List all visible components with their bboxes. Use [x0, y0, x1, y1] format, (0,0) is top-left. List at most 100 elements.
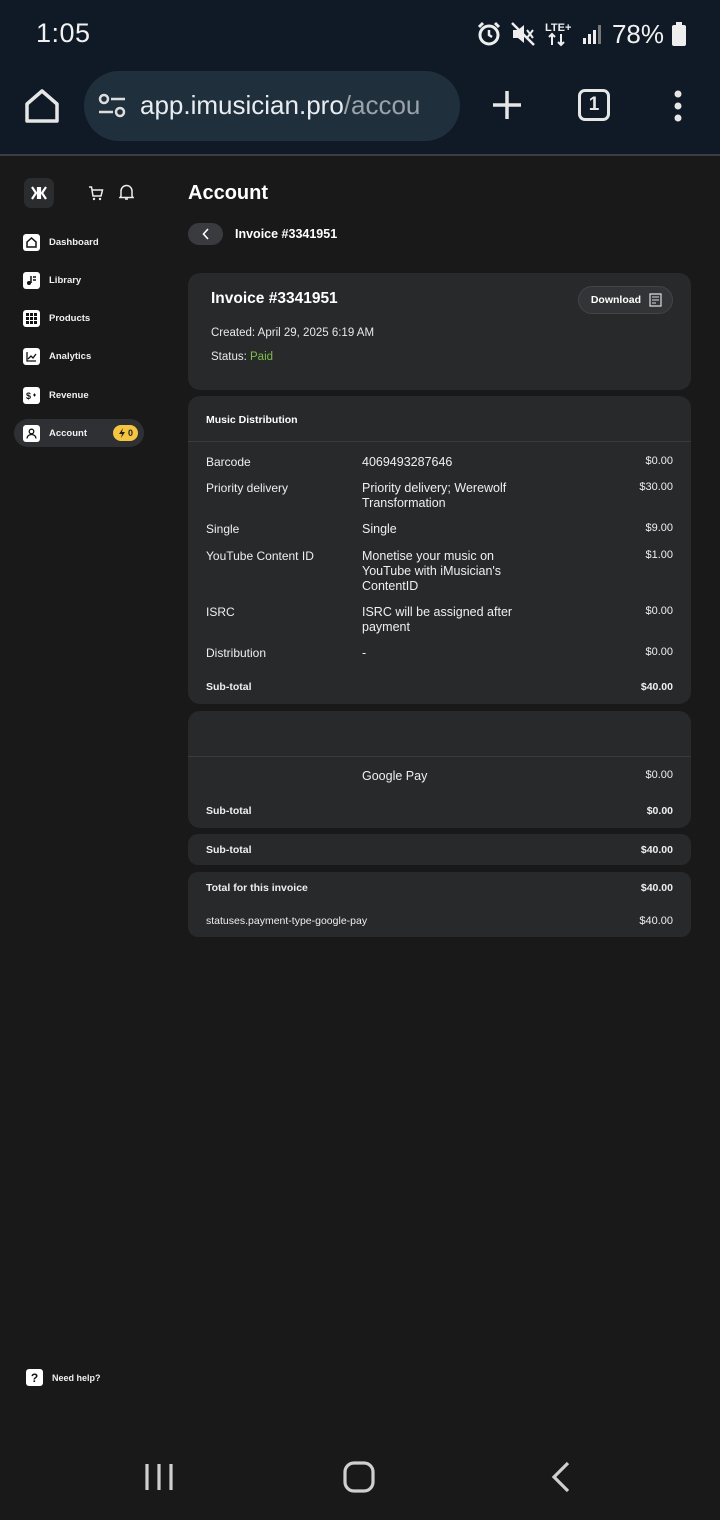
subtotal-value: $0.00	[646, 805, 673, 817]
signal-icon	[582, 25, 601, 44]
subtotal-label: Sub-total	[206, 844, 252, 856]
section-heading: Music Distribution	[188, 396, 691, 442]
site-settings-icon[interactable]	[98, 93, 126, 119]
home-icon[interactable]	[22, 86, 62, 126]
created-label: Created:	[211, 327, 256, 339]
help-link[interactable]: ? Need help?	[26, 1369, 101, 1386]
status-bar: 1:05 LTE+ 78%	[0, 0, 720, 70]
item-price: $9.00	[645, 522, 673, 534]
sidebar-item-products[interactable]: Products	[14, 305, 144, 333]
chevron-left-icon	[201, 228, 209, 240]
status-badge: Paid	[250, 351, 274, 363]
bell-icon[interactable]	[119, 184, 134, 201]
sidebar-nav: Dashboard Library Products Analytics $ R…	[14, 228, 144, 458]
mute-icon	[511, 22, 535, 46]
item-name: Single	[206, 522, 240, 536]
dollar-icon: $	[23, 386, 40, 404]
back-button[interactable]	[188, 223, 223, 245]
sidebar-item-account[interactable]: Account 0	[14, 419, 144, 448]
payment-type-value: $40.00	[639, 915, 673, 927]
item-name: YouTube Content ID	[206, 549, 314, 563]
logo-icon	[31, 186, 47, 200]
payment-method: Google Pay	[362, 769, 428, 783]
item-description: 4069493287646	[362, 455, 453, 469]
user-icon	[23, 424, 40, 442]
overall-subtotal-card: Sub-total $40.00	[188, 834, 691, 865]
created-line: Created: April 29, 2025 6:19 AM	[211, 327, 374, 339]
back-nav-icon[interactable]	[550, 1461, 572, 1493]
url-domain: app.imusician.pro	[140, 90, 344, 120]
sidebar-item-label: Library	[49, 274, 82, 286]
app-logo[interactable]	[24, 178, 54, 208]
payment-type-label: statuses.payment-type-google-pay	[206, 915, 368, 927]
browser-toolbar: app.imusician.pro/accou 1	[0, 70, 720, 156]
payment-card: Google Pay $0.00 Sub-total $0.00	[188, 711, 691, 828]
invoice-title: Invoice #3341951	[211, 290, 338, 307]
subtotal-value: $40.00	[640, 844, 673, 856]
item-name: Priority delivery	[206, 481, 289, 495]
library-icon	[23, 271, 40, 289]
home-icon	[23, 233, 40, 251]
cart-icon[interactable]	[88, 185, 104, 201]
svg-text:$: $	[26, 391, 31, 401]
item-name: ISRC	[206, 605, 235, 619]
home-nav-icon[interactable]	[343, 1461, 375, 1493]
section-heading	[188, 711, 691, 757]
item-description: Priority delivery; Werewolf Transformati…	[362, 481, 507, 510]
invoice-header-card: Invoice #3341951 Download Created: April…	[188, 273, 691, 390]
item-price: $0.00	[645, 605, 673, 617]
item-name: Barcode	[206, 455, 251, 469]
created-value: April 29, 2025 6:19 AM	[257, 327, 375, 339]
clock: 1:05	[36, 18, 91, 48]
sidebar-item-label: Account	[49, 427, 87, 439]
help-icon: ?	[26, 1369, 43, 1386]
item-price: $0.00	[645, 455, 673, 467]
sidebar-item-dashboard[interactable]: Dashboard	[14, 228, 144, 256]
more-menu-icon[interactable]	[668, 90, 688, 122]
item-price: $0.00	[645, 769, 673, 781]
tab-switcher-button[interactable]: 1	[578, 89, 610, 121]
lte-icon: LTE+	[545, 22, 571, 47]
url-text: app.imusician.pro/accou	[140, 90, 420, 121]
battery-percent: 78%	[611, 18, 664, 49]
download-button[interactable]: Download	[577, 286, 673, 314]
total-value: $40.00	[640, 882, 673, 894]
sidebar-item-library[interactable]: Library	[14, 266, 144, 294]
item-description: Single	[362, 522, 397, 536]
totals-card: Total for this invoice $40.00 statuses.p…	[188, 872, 691, 937]
subtotal-label: Sub-total	[206, 805, 252, 817]
sidebar-item-revenue[interactable]: $ Revenue	[14, 381, 144, 409]
svg-text:LTE+: LTE+	[545, 22, 571, 34]
badge-count: 0	[127, 428, 133, 439]
system-nav-bar	[0, 1430, 720, 1520]
item-description: ISRC will be assigned after payment	[362, 605, 513, 634]
item-description: -	[362, 646, 367, 660]
bolt-icon	[118, 428, 125, 439]
sidebar-item-label: Revenue	[49, 389, 89, 401]
address-bar[interactable]: app.imusician.pro/accou	[84, 71, 460, 141]
music-distribution-card: Music Distribution Barcode 4069493287646…	[188, 396, 691, 704]
item-name: Distribution	[206, 646, 267, 660]
status-line: Status: Paid	[211, 351, 273, 363]
sidebar-item-analytics[interactable]: Analytics	[14, 343, 144, 371]
sidebar-item-label: Products	[49, 313, 91, 325]
item-description: Monetise your music on YouTube with iMus…	[362, 549, 502, 593]
grid-icon	[23, 310, 40, 328]
item-price: $30.00	[639, 481, 673, 493]
recent-apps-icon[interactable]	[144, 1463, 174, 1491]
total-label: Total for this invoice	[206, 882, 308, 894]
subtotal-value: $40.00	[640, 681, 673, 693]
help-label: Need help?	[52, 1372, 101, 1383]
url-path: /accou	[343, 90, 421, 120]
subtotal-label: Sub-total	[206, 681, 252, 693]
status-label: Status:	[211, 351, 247, 363]
chart-icon	[23, 348, 40, 366]
credits-badge[interactable]: 0	[112, 425, 138, 442]
sidebar-item-label: Dashboard	[49, 236, 99, 248]
page-title: Account	[188, 182, 268, 204]
battery-icon	[672, 22, 686, 46]
status-icons: LTE+ 78%	[476, 16, 686, 52]
breadcrumb: Invoice #3341951	[235, 227, 338, 241]
sidebar-item-label: Analytics	[49, 351, 92, 363]
new-tab-icon[interactable]	[490, 88, 524, 122]
